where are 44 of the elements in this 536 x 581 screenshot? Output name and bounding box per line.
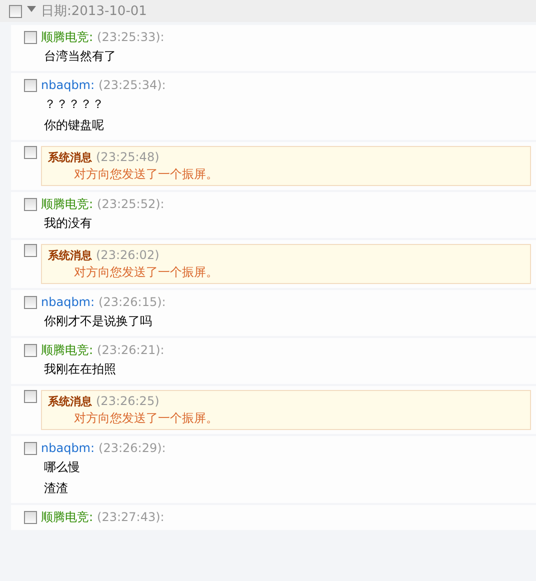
checkbox[interactable]	[24, 442, 37, 454]
checkbox[interactable]	[24, 198, 37, 210]
message-text: 渣渣	[43, 480, 69, 497]
sender-name: 顺腾电竞:	[41, 28, 94, 46]
message-time: (23:26:15):	[98, 295, 166, 309]
message-text: 哪么慢	[43, 459, 81, 476]
message-time: (23:26:21):	[97, 343, 164, 357]
sender-name: 顺腾电竞:	[41, 342, 94, 358]
message-text: 我的没有	[43, 215, 93, 232]
system-label: 系统消息	[48, 150, 92, 164]
message-text: ？？？？？	[43, 96, 105, 113]
message-time: (23:26:29):	[98, 441, 166, 455]
message-text: 我刚在在拍照	[43, 361, 117, 378]
message-time: (23:27:43):	[97, 510, 164, 524]
sender-name: nbaqbm:	[41, 295, 95, 309]
message-time: (23:26:25)	[96, 394, 160, 408]
system-text: 对方向您发送了一个振屏。	[73, 410, 219, 427]
message-text: 台湾当然有了	[43, 48, 117, 65]
message-time: (23:25:52):	[97, 197, 164, 211]
checkbox[interactable]	[24, 244, 37, 257]
sender-name: 顺腾电竞:	[41, 508, 94, 526]
sender-name: 顺腾电竞:	[41, 196, 94, 212]
message-time: (23:25:34):	[98, 78, 166, 92]
date-label: 日期:2013-10-01	[41, 3, 147, 20]
checkbox[interactable]	[24, 78, 37, 92]
message-time: (23:26:02)	[96, 248, 160, 262]
checkbox[interactable]	[24, 344, 37, 356]
checkbox[interactable]	[24, 30, 37, 44]
collapse-arrow-icon[interactable]	[27, 6, 36, 12]
message-time: (23:25:33):	[97, 30, 164, 44]
system-text: 对方向您发送了一个振屏。	[73, 166, 219, 183]
sender-name: nbaqbm:	[41, 78, 95, 92]
message-text: 你的键盘呢	[43, 117, 105, 134]
checkbox[interactable]	[24, 510, 37, 524]
checkbox[interactable]	[24, 146, 37, 159]
sender-name: nbaqbm:	[41, 441, 95, 455]
checkbox[interactable]	[24, 296, 37, 308]
message-text: 你刚才不是说换了吗	[43, 313, 153, 330]
system-label: 系统消息	[48, 248, 92, 262]
system-text: 对方向您发送了一个振屏。	[73, 264, 219, 281]
checkbox[interactable]	[24, 390, 37, 403]
system-label: 系统消息	[48, 394, 92, 408]
checkbox[interactable]	[9, 4, 22, 18]
message-time: (23:25:48)	[96, 150, 160, 164]
